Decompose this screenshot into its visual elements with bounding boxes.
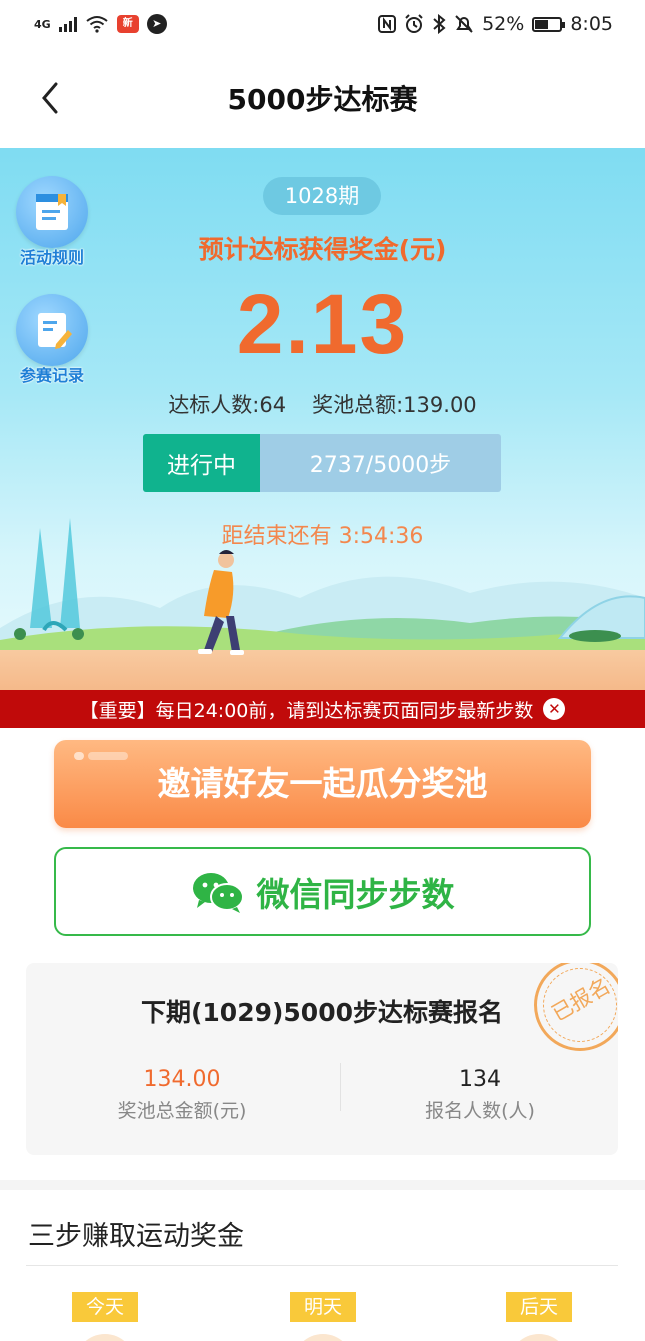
- registered-stamp: 已报名: [534, 963, 618, 1051]
- three-steps-title: 三步赚取运动奖金: [28, 1221, 244, 1252]
- nfc-icon: [378, 15, 397, 33]
- next-pool-amount: 134.00: [143, 1067, 221, 1092]
- alarm-icon: [405, 14, 423, 33]
- step-circle-tomorrow: [293, 1334, 353, 1341]
- news-app-icon: 新: [116, 15, 139, 33]
- wechat-sync-label: 微信同步步数: [256, 874, 455, 914]
- next-signup-stat: 134 报名人数(人): [332, 1067, 618, 1123]
- back-arrow-icon[interactable]: [34, 76, 70, 120]
- wechat-icon: [192, 872, 244, 913]
- steps-progress-text: 2737/5000步: [309, 453, 452, 478]
- next-pool-caption: 奖池总金额(元): [117, 1100, 247, 1122]
- contest-stats: 达标人数:64 奖池总额:139.00: [0, 389, 645, 419]
- expected-bonus-label: 预计达标获得奖金(元): [198, 235, 447, 264]
- page-title: 5000步达标赛: [227, 83, 418, 116]
- app-header: 5000步达标赛: [0, 48, 645, 148]
- step-circle-after-tomorrow: [509, 1334, 569, 1341]
- important-notice-bar: 【重要】每日24:00前，请到达标赛页面同步最新步数 ✕: [0, 690, 645, 728]
- day-tag-tomorrow: 明天: [290, 1292, 356, 1322]
- next-period-title: 下期(1029)5000步达标赛报名: [140, 998, 503, 1027]
- status-bar: 4G 新 ➤ 52% 8:05: [0, 0, 645, 48]
- invite-friends-label: 邀请好友一起瓜分奖池: [157, 764, 488, 803]
- status-left: 4G 新 ➤: [34, 14, 167, 34]
- day-tag-after-tomorrow: 后天: [506, 1292, 572, 1322]
- next-pool-stat: 134.00 奖池总金额(元): [34, 1067, 330, 1123]
- qualified-count: 达标人数:64: [168, 393, 287, 417]
- countdown-text: 距结束还有 3:54:36: [221, 524, 424, 549]
- expected-bonus-amount: 2.13: [236, 277, 409, 371]
- step-progress-bar: 进行中 2737/5000步: [143, 434, 501, 492]
- step-circle-today: [75, 1334, 135, 1341]
- next-period-card[interactable]: 下期(1029)5000步达标赛报名 134.00 奖池总金额(元) 134 报…: [26, 963, 618, 1155]
- section-separator: [0, 1180, 645, 1190]
- close-icon[interactable]: ✕: [543, 698, 566, 720]
- notice-text: 【重要】每日24:00前，请到达标赛页面同步最新步数: [79, 699, 534, 722]
- wechat-sync-button[interactable]: 微信同步步数: [54, 847, 591, 936]
- shine-decoration: [88, 752, 128, 760]
- battery-icon: [532, 16, 566, 32]
- period-badge: 1028期: [263, 177, 381, 215]
- network-type: 4G: [34, 17, 51, 31]
- invite-friends-button[interactable]: 邀请好友一起瓜分奖池: [54, 740, 591, 828]
- shine-decoration: [74, 752, 84, 760]
- battery-percent: 52%: [482, 13, 525, 35]
- next-signup-caption: 报名人数(人): [425, 1100, 535, 1122]
- day-tag-today: 今天: [72, 1292, 138, 1322]
- mute-icon: [455, 15, 473, 33]
- status-label: 进行中: [143, 434, 260, 492]
- clock: 8:05: [570, 13, 613, 35]
- hero-banner: 活动规则 参赛记录 1028期 预计达标获得奖金(元) 2.13 达标人数:64…: [0, 148, 645, 690]
- wifi-icon: [86, 16, 108, 33]
- status-right: 52% 8:05: [378, 13, 613, 35]
- bluetooth-icon: [433, 14, 446, 34]
- pool-total: 奖池总额:139.00: [312, 393, 477, 417]
- section-divider: [26, 1265, 618, 1266]
- next-signup-count: 134: [459, 1067, 501, 1092]
- navigation-icon: ➤: [146, 14, 167, 34]
- signal-icon: [58, 16, 77, 32]
